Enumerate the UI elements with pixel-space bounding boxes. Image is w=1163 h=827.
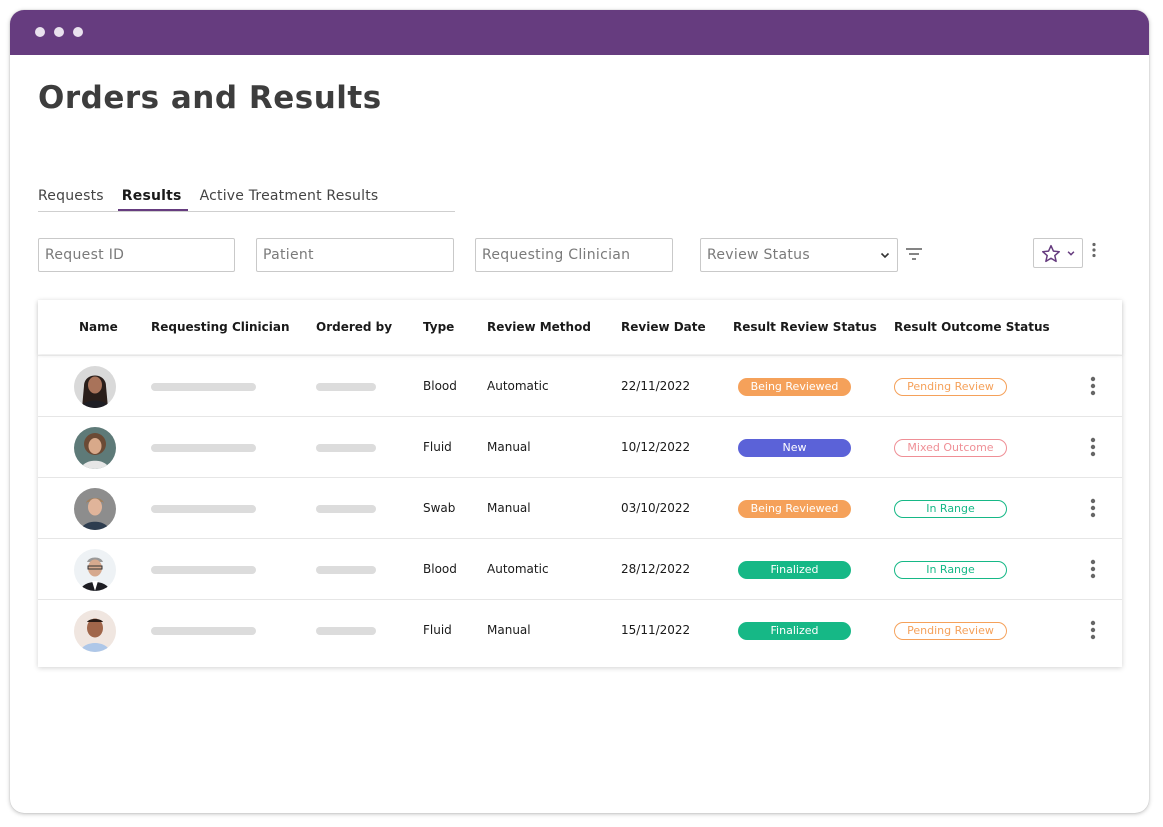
tab-requests[interactable]: Requests (38, 186, 104, 208)
avatar (74, 488, 116, 530)
review-status-badge: Finalized (738, 561, 851, 579)
requesting-clinician-input[interactable] (475, 238, 673, 272)
ordered-by-placeholder (316, 383, 376, 391)
cell-type: Swab (423, 501, 456, 515)
header-name[interactable]: Name (79, 320, 118, 334)
cell-review-date: 10/12/2022 (621, 440, 691, 454)
cell-review-date: 03/10/2022 (621, 501, 691, 515)
ordered-by-placeholder (316, 566, 376, 574)
review-status-value: Review Status (707, 247, 810, 263)
favorites-button[interactable] (1033, 238, 1083, 268)
clinician-placeholder (151, 505, 256, 513)
avatar (74, 366, 116, 408)
header-result-review-status[interactable]: Result Review Status (733, 320, 877, 334)
review-status-badge: Finalized (738, 622, 851, 640)
header-ordered-by[interactable]: Ordered by (316, 320, 392, 334)
row-more-vertical-icon[interactable] (1090, 620, 1096, 640)
table-row[interactable]: Swab Manual 03/10/2022 Being Reviewed In… (38, 477, 1122, 539)
row-more-vertical-icon[interactable] (1090, 498, 1096, 518)
header-type[interactable]: Type (423, 320, 454, 334)
cell-review-method: Manual (487, 623, 531, 637)
window-titlebar (10, 10, 1149, 55)
cell-type: Blood (423, 379, 457, 393)
outcome-status-badge: Mixed Outcome (894, 439, 1007, 457)
outcome-status-badge: Pending Review (894, 622, 1007, 640)
table-row[interactable]: Blood Automatic 28/12/2022 Finalized In … (38, 538, 1122, 600)
cell-review-method: Automatic (487, 562, 549, 576)
header-result-outcome-status[interactable]: Result Outcome Status (894, 320, 1050, 334)
table-row[interactable]: Blood Automatic 22/11/2022 Being Reviewe… (38, 355, 1122, 417)
table-row[interactable]: Fluid Manual 10/12/2022 New Mixed Outcom… (38, 416, 1122, 478)
review-status-badge: Being Reviewed (738, 378, 851, 396)
tab-bar: Requests Results Active Treatment Result… (38, 186, 455, 212)
review-status-badge: Being Reviewed (738, 500, 851, 518)
avatar (74, 427, 116, 469)
clinician-placeholder (151, 444, 256, 452)
window-dot[interactable] (73, 27, 83, 37)
ordered-by-placeholder (316, 627, 376, 635)
star-icon (1041, 244, 1060, 262)
results-table: Name Requesting Clinician Ordered by Typ… (38, 300, 1122, 667)
review-status-select[interactable]: Review Status (700, 238, 898, 272)
cell-review-date: 22/11/2022 (621, 379, 691, 393)
header-review-method[interactable]: Review Method (487, 320, 591, 334)
clinician-placeholder (151, 627, 256, 635)
cell-review-method: Manual (487, 440, 531, 454)
app-window: Orders and Results Requests Results Acti… (10, 10, 1149, 813)
tab-results[interactable]: Results (117, 186, 188, 211)
window-controls (35, 27, 83, 37)
header-review-date[interactable]: Review Date (621, 320, 706, 334)
cell-review-method: Automatic (487, 379, 549, 393)
tab-active-treatment-results[interactable]: Active Treatment Results (200, 186, 379, 208)
review-status-badge: New (738, 439, 851, 457)
ordered-by-placeholder (316, 444, 376, 452)
page-title: Orders and Results (38, 80, 382, 116)
header-requesting-clinician[interactable]: Requesting Clinician (151, 320, 290, 334)
cell-type: Fluid (423, 440, 452, 454)
filter-icon[interactable] (905, 247, 923, 261)
outcome-status-badge: In Range (894, 500, 1007, 518)
request-id-input[interactable] (38, 238, 235, 272)
patient-input[interactable] (256, 238, 454, 272)
chevron-down-icon (880, 252, 890, 259)
row-more-vertical-icon[interactable] (1090, 437, 1096, 457)
cell-type: Blood (423, 562, 457, 576)
more-vertical-icon[interactable] (1091, 242, 1097, 258)
cell-type: Fluid (423, 623, 452, 637)
table-row[interactable]: Fluid Manual 15/11/2022 Finalized Pendin… (38, 599, 1122, 661)
avatar (74, 549, 116, 591)
table-header: Name Requesting Clinician Ordered by Typ… (38, 300, 1122, 354)
cell-review-date: 28/12/2022 (621, 562, 691, 576)
cell-review-date: 15/11/2022 (621, 623, 691, 637)
chevron-down-icon (1067, 251, 1074, 256)
outcome-status-badge: Pending Review (894, 378, 1007, 396)
window-dot[interactable] (54, 27, 64, 37)
row-more-vertical-icon[interactable] (1090, 559, 1096, 579)
clinician-placeholder (151, 383, 256, 391)
cell-review-method: Manual (487, 501, 531, 515)
avatar (74, 610, 116, 652)
window-dot[interactable] (35, 27, 45, 37)
outcome-status-badge: In Range (894, 561, 1007, 579)
ordered-by-placeholder (316, 505, 376, 513)
row-more-vertical-icon[interactable] (1090, 376, 1096, 396)
clinician-placeholder (151, 566, 256, 574)
